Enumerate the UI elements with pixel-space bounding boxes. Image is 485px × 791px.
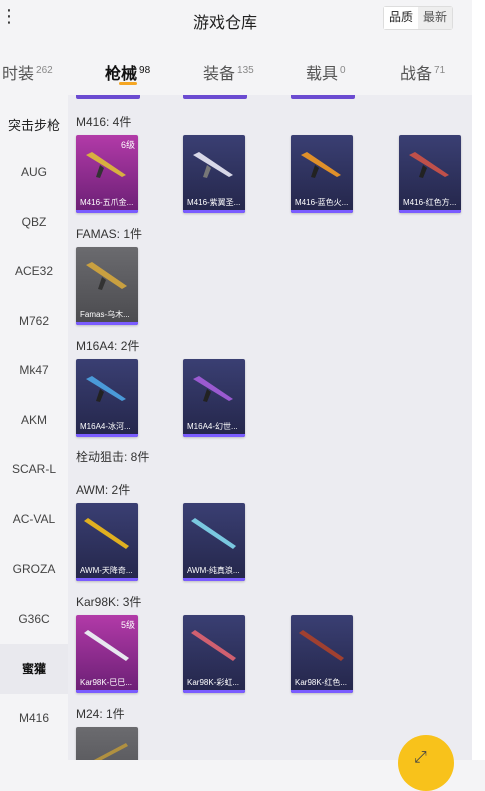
- category-tabs: 时装 262 枪械 98 装备 135 载具 0 战备 71: [0, 52, 472, 92]
- group-heading-kar98k: Kar98K: 3件: [76, 595, 142, 609]
- weapon-card[interactable]: 6级 M416-五爪金...: [76, 135, 138, 213]
- group-heading-famas: FAMAS: 1件: [76, 227, 143, 241]
- weapon-card[interactable]: AWM-天降奇...: [76, 503, 138, 581]
- sort-quality-button[interactable]: 品质: [384, 7, 419, 29]
- weapon-card[interactable]: M416-红色方...: [399, 135, 461, 213]
- weapon-card[interactable]: 5级 Kar98K-巳巳...: [76, 615, 138, 693]
- card-partial: [291, 95, 355, 99]
- tab-fashion[interactable]: 时装 262: [2, 60, 53, 84]
- m416-rifle-icon: [86, 152, 126, 178]
- weapon-name: Kar98K-红色...: [295, 678, 348, 687]
- weapon-name: AWM-纯真浪...: [187, 566, 240, 575]
- m16a4-rifle-icon: [86, 376, 126, 402]
- sidebar-item-qbz[interactable]: QBZ: [0, 215, 68, 229]
- famas-rifle-icon: [86, 262, 127, 290]
- weapon-card[interactable]: M16A4-冰河...: [76, 359, 138, 437]
- weapon-sidebar: 突击步枪 AUG QBZ ACE32 M762 Mk47 AKM SCAR-L …: [0, 95, 68, 760]
- sort-toggle: 品质 最新: [383, 6, 454, 30]
- weapon-card[interactable]: M416-蓝色火...: [291, 135, 353, 213]
- tab-vehicles[interactable]: 载具 0: [306, 60, 346, 84]
- m16a4-rifle-icon: [193, 376, 233, 402]
- header-bar: ⋮ 游戏仓库 品质 最新: [0, 0, 472, 36]
- kar98k-rifle-icon: [84, 630, 129, 661]
- active-tab-indicator: [119, 82, 137, 85]
- share-floating-button[interactable]: ⤢: [398, 735, 454, 791]
- sidebar-item-akm[interactable]: AKM: [0, 413, 68, 427]
- group-heading-m16a4: M16A4: 2件: [76, 339, 140, 353]
- sidebar-item-assault-rifle[interactable]: 突击步枪: [0, 115, 68, 134]
- awm-sniper-icon: [84, 518, 129, 549]
- sidebar-item-scar-l[interactable]: SCAR-L: [0, 462, 68, 476]
- sidebar-item-aug[interactable]: AUG: [0, 165, 68, 179]
- sidebar-item-honey-badger[interactable]: 蜜獾: [0, 644, 68, 694]
- right-panel-edge: [472, 0, 485, 760]
- weapon-name: M16A4-冰河...: [80, 422, 131, 431]
- weapon-card[interactable]: Kar98K-红色...: [291, 615, 353, 693]
- kar98k-rifle-icon: [299, 630, 344, 661]
- weapon-name: AWM-天降奇...: [80, 566, 133, 575]
- sidebar-item-ac-val[interactable]: AC-VAL: [0, 512, 68, 526]
- m416-rifle-icon: [301, 152, 341, 178]
- m416-rifle-icon: [409, 152, 449, 178]
- m24-sniper-icon: [93, 743, 128, 760]
- weapon-name: M16A4-幻世...: [187, 422, 238, 431]
- kar98k-rifle-icon: [191, 630, 236, 661]
- group-heading-m24: M24: 1件: [76, 707, 125, 721]
- weapon-name: Kar98K-巳巳...: [80, 678, 133, 687]
- sidebar-item-g36c[interactable]: G36C: [0, 612, 68, 626]
- sidebar-item-m416[interactable]: M416: [0, 711, 68, 725]
- card-partial: [183, 95, 247, 99]
- sidebar-item-ace32[interactable]: ACE32: [0, 264, 68, 278]
- weapon-name: Kar98K-彩虹...: [187, 678, 240, 687]
- group-heading-m416: M416: 4件: [76, 115, 132, 129]
- weapon-name: M416-红色方...: [403, 198, 457, 207]
- tab-equipment[interactable]: 装备 135: [203, 60, 254, 84]
- tab-supplies[interactable]: 战备 71: [400, 60, 445, 84]
- weapon-name: M416-蓝色火...: [295, 198, 349, 207]
- weapon-card[interactable]: M16A4-幻世...: [183, 359, 245, 437]
- m416-rifle-icon: [193, 152, 233, 178]
- weapon-list: M416: 4件 6级 M416-五爪金... M416-紫翼圣... M416…: [68, 95, 472, 760]
- weapon-name: M416-紫翼圣...: [187, 198, 241, 207]
- card-partial: [76, 95, 140, 99]
- tab-guns[interactable]: 枪械 98: [105, 60, 150, 84]
- sidebar-item-groza[interactable]: GROZA: [0, 562, 68, 576]
- weapon-card[interactable]: Famas-乌木...: [76, 247, 138, 325]
- sidebar-item-m762[interactable]: M762: [0, 314, 68, 328]
- share-icon: ⤢: [414, 749, 427, 766]
- weapon-card[interactable]: M416-紫翼圣...: [183, 135, 245, 213]
- sidebar-item-mk47[interactable]: Mk47: [0, 363, 68, 377]
- weapon-card[interactable]: Kar98K-彩虹...: [183, 615, 245, 693]
- awm-sniper-icon: [191, 518, 236, 549]
- group-heading-awm: AWM: 2件: [76, 483, 131, 497]
- sort-latest-button[interactable]: 最新: [418, 7, 453, 29]
- weapon-name: M416-五爪金...: [80, 198, 134, 207]
- weapon-card[interactable]: [76, 727, 138, 760]
- weapon-name: Famas-乌木...: [80, 310, 130, 319]
- weapon-card[interactable]: AWM-纯真浪...: [183, 503, 245, 581]
- group-heading-bolt-action: 栓动狙击: 8件: [76, 450, 150, 464]
